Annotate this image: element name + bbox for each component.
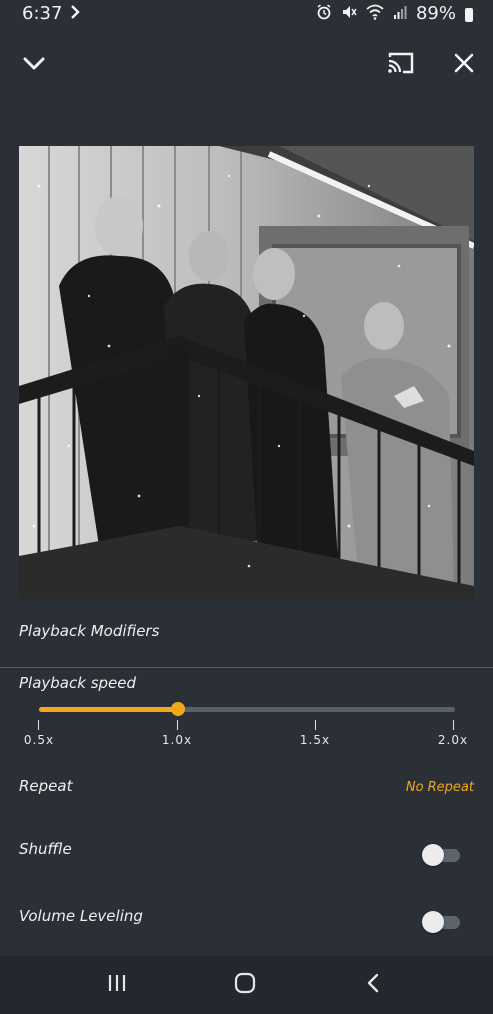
slider-tick (38, 720, 39, 730)
shuffle-label: Shuffle (19, 840, 72, 858)
cast-icon (387, 52, 415, 78)
slider-tick (315, 720, 316, 730)
slider-thumb[interactable] (171, 702, 185, 716)
tick-label: 0.5x (23, 733, 55, 747)
recents-icon (107, 974, 127, 996)
status-time: 6:37 (22, 3, 63, 24)
slider-tick (453, 720, 454, 730)
album-art (19, 146, 474, 599)
slider-fill (39, 707, 178, 712)
repeat-value-button[interactable]: No Repeat (406, 780, 474, 795)
mute-icon (341, 4, 357, 24)
close-button[interactable] (447, 48, 481, 82)
section-title: Playback Modifiers (19, 622, 160, 640)
home-button[interactable] (225, 970, 265, 1000)
divider (0, 667, 493, 668)
playback-speed-slider[interactable] (39, 700, 455, 720)
player-header (0, 30, 493, 110)
slider-tick (177, 720, 178, 730)
toggle-knob (422, 911, 444, 933)
navigation-bar (0, 956, 493, 1014)
battery-percent: 89% (415, 3, 456, 24)
playback-speed-label: Playback speed (19, 674, 137, 692)
tick-label: 1.0x (161, 733, 193, 747)
tick-label: 2.0x (437, 733, 469, 747)
shuffle-toggle[interactable] (422, 843, 462, 867)
volume-leveling-label: Volume Leveling (19, 907, 143, 925)
back-button[interactable] (353, 970, 393, 1000)
repeat-label: Repeat (19, 777, 73, 795)
alarm-icon (316, 3, 332, 24)
recents-button[interactable] (97, 970, 137, 1000)
album-art-image (19, 146, 474, 599)
tick-label: 1.5x (299, 733, 331, 747)
cast-button[interactable] (384, 48, 418, 82)
close-icon (454, 53, 474, 77)
wifi-icon (366, 4, 384, 24)
toggle-knob (422, 844, 444, 866)
battery-icon (465, 7, 473, 22)
forward-chevron-icon (70, 3, 81, 24)
status-bar: 6:37 89% (0, 0, 493, 30)
signal-icon (393, 5, 407, 23)
collapse-button[interactable] (17, 48, 51, 82)
volume-leveling-toggle[interactable] (422, 910, 462, 934)
chevron-down-icon (23, 56, 45, 75)
back-icon (366, 973, 380, 997)
home-icon (234, 972, 256, 998)
